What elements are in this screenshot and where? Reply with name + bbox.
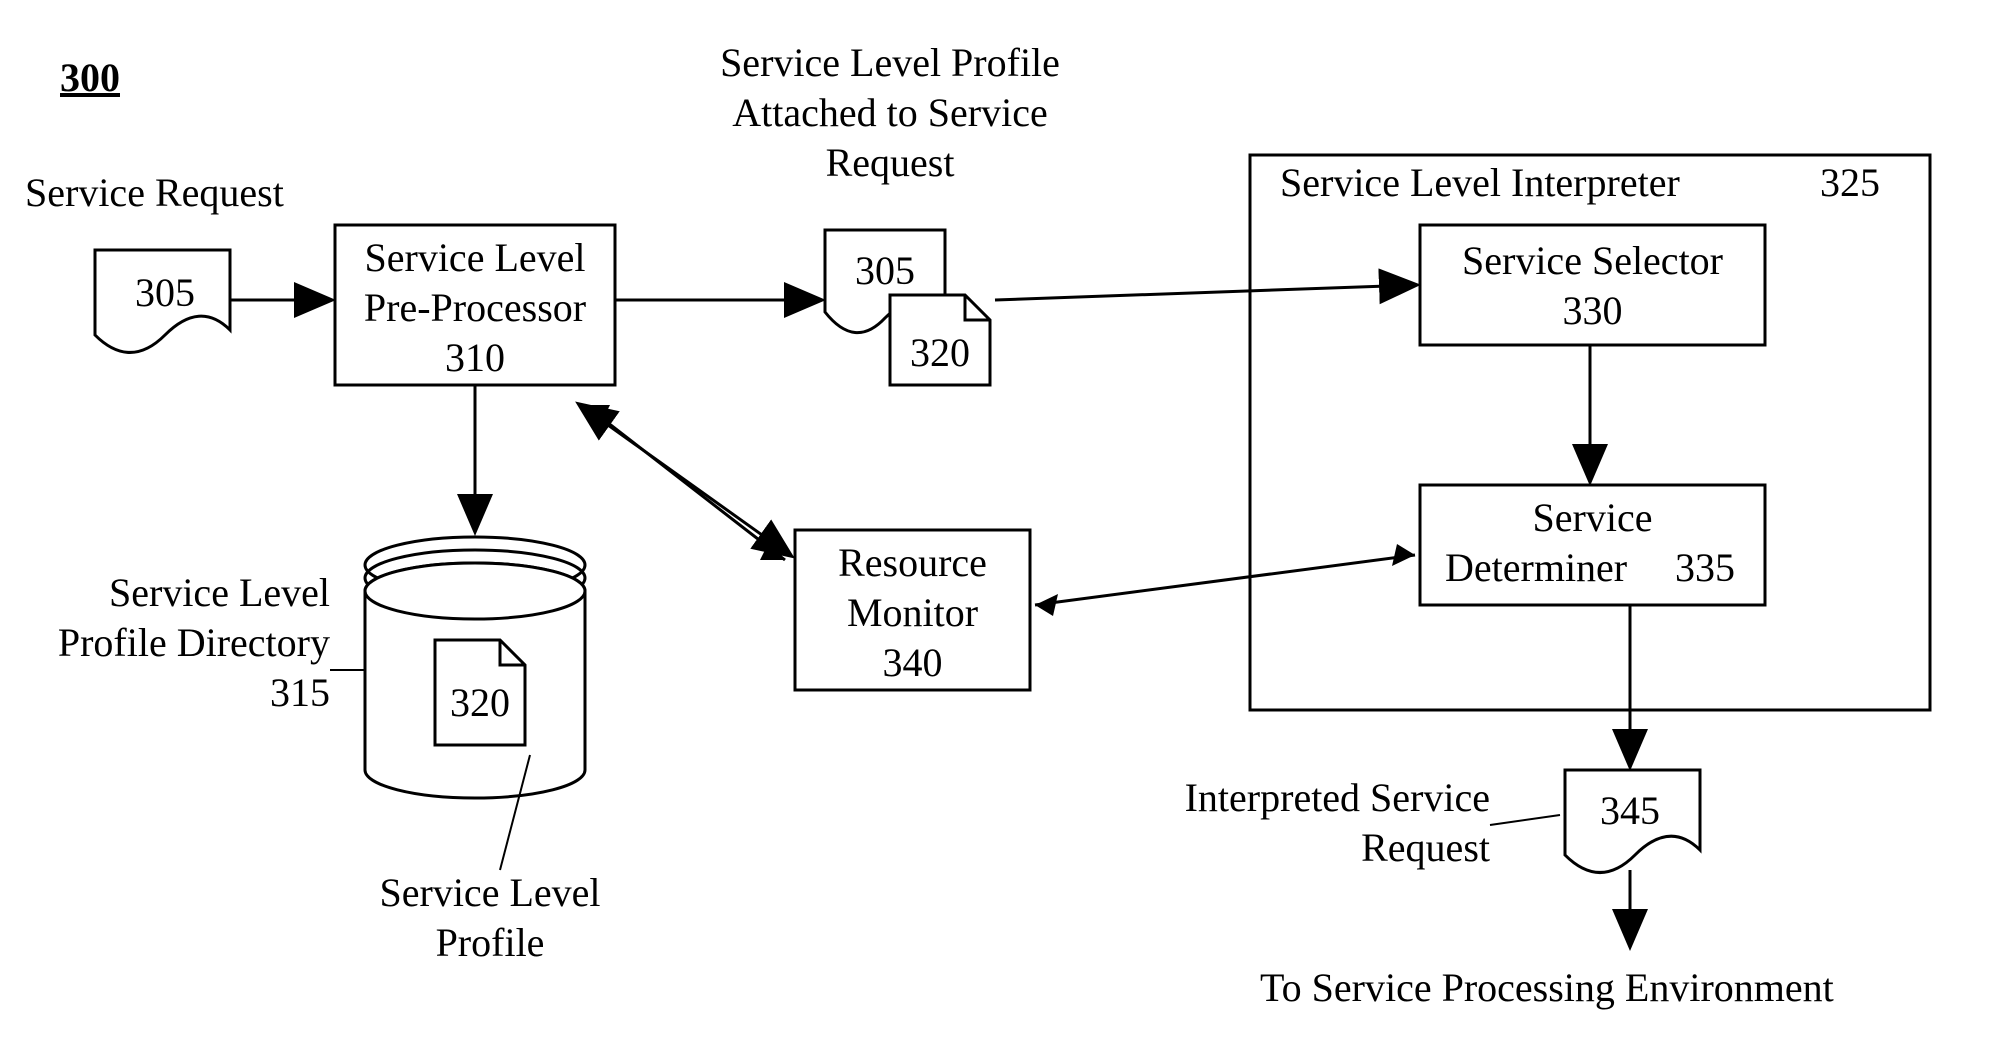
rm-line2: Monitor [795,590,1030,636]
selector-line2: 330 [1420,288,1765,334]
database-cylinder [365,537,585,798]
rm-line1: Resource [795,540,1030,586]
label-slp-2: Profile [340,920,640,966]
determiner-line1: Service [1420,495,1765,541]
label-slp-1: Service Level [340,870,640,916]
label-to-env: To Service Processing Environment [1260,965,1834,1011]
figure-number: 300 [60,55,120,101]
determiner-line3: 335 [1675,545,1735,591]
node-305: 305 [125,270,205,316]
node-attached-305: 305 [845,248,925,294]
sli-title: Service Level Interpreter [1280,160,1680,206]
preprocessor-line3: 310 [335,335,615,381]
selector-line1: Service Selector [1420,238,1765,284]
determiner-line2: Determiner [1445,545,1627,591]
preprocessor-line1: Service Level [335,235,615,281]
label-interp-2: Request [1130,825,1490,871]
rm-line3: 340 [795,640,1030,686]
label-slpd-1: Service Level [40,570,330,616]
label-attached-3: Request [640,140,1140,186]
label-attached-1: Service Level Profile [640,40,1140,86]
node-db-320: 320 [440,680,520,726]
node-attached-320: 320 [900,330,980,376]
preprocessor-line2: Pre-Processor [335,285,615,331]
sli-num: 325 [1820,160,1880,206]
label-attached-2: Attached to Service [640,90,1140,136]
label-service-request: Service Request [25,170,284,216]
label-slpd-2: Profile Directory [40,620,330,666]
node-345: 345 [1590,788,1670,834]
label-slpd-3: 315 [40,670,330,716]
label-interp-1: Interpreted Service [1130,775,1490,821]
